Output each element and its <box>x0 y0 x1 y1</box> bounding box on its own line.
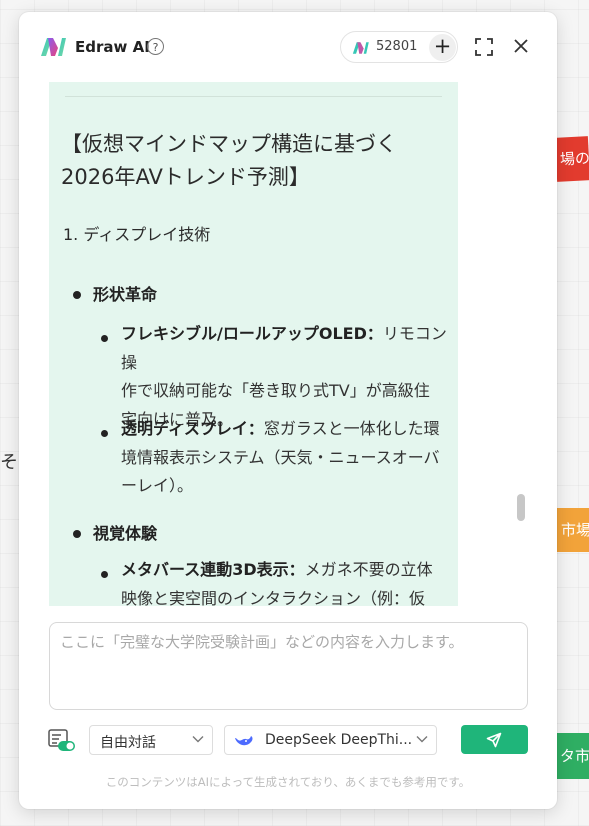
chevron-down-icon <box>192 736 204 743</box>
chat-mode-value: 自由対話 <box>100 735 156 751</box>
prompt-input[interactable] <box>50 623 527 709</box>
background-node-green: タ市 <box>557 733 589 779</box>
background-node-orange: 市場 <box>557 508 589 552</box>
credits-count: 52801 <box>376 39 418 54</box>
chat-mode-toggle-icon[interactable] <box>48 728 76 752</box>
close-icon[interactable] <box>512 37 530 55</box>
content-scrollbar[interactable] <box>517 494 525 521</box>
send-button[interactable] <box>461 725 528 754</box>
help-icon[interactable]: ? <box>147 38 164 55</box>
item-text: メガネ不要の立体 <box>304 560 433 579</box>
list-item: 透明ディスプレイ：窓ガラスと一体化した環 境情報表示システム（天気・ニュースオー… <box>121 415 448 501</box>
heading-line-2: 2026年AVトレンド予測】 <box>61 165 310 189</box>
panel-header: Edraw AI ? 52801 + <box>19 12 557 82</box>
prompt-input-box[interactable] <box>49 622 528 710</box>
edraw-logo-icon <box>41 38 66 56</box>
model-select[interactable]: DeepSeek DeepThi... <box>224 725 437 755</box>
group-title: 形状革命 <box>93 285 158 304</box>
group-title: 視覚体験 <box>93 524 158 543</box>
list-item: メタバース連動3D表示：メガネ不要の立体 映像と実空間のインタラクション（例：仮 <box>121 556 448 606</box>
item-label: メタバース連動3D表示： <box>121 560 305 579</box>
background-node-red: 場の変 <box>554 136 589 182</box>
add-credits-button[interactable]: + <box>429 34 456 61</box>
item-text: 映像と実空間のインタラクション（例：仮 <box>121 588 426 607</box>
credits-logo-icon <box>352 42 369 54</box>
item-text: 境情報表示システム（天気・ニュースオーバ <box>121 447 440 467</box>
fullscreen-icon[interactable] <box>474 37 494 57</box>
heading-line-1: 【仮想マインドマップ構造に基づく <box>61 132 397 156</box>
item-label: フレキシブル/ロールアップOLED： <box>121 324 383 343</box>
bullet-dot <box>73 291 81 299</box>
content-divider <box>65 96 442 97</box>
item-text: 窓ガラスと一体化した環 <box>263 419 440 438</box>
chevron-down-icon <box>416 736 428 743</box>
ai-assistant-panel: Edraw AI ? 52801 + 【仮想マインドマップ構造に基づく 2026… <box>19 12 557 809</box>
bullet-dot <box>101 335 108 342</box>
response-heading: 【仮想マインドマップ構造に基づく 2026年AVトレンド予測】 <box>61 128 446 194</box>
item-text: ーレイ）。 <box>121 476 194 495</box>
send-icon <box>486 732 502 748</box>
item-text: 作で収納可能な「巻き取り式TV」が高級住 <box>121 381 430 400</box>
chat-mode-select[interactable]: 自由対話 <box>89 725 213 755</box>
model-value: DeepSeek DeepThi... <box>265 732 413 748</box>
deepseek-whale-icon <box>235 736 253 746</box>
credits-badge[interactable]: 52801 + <box>340 31 458 63</box>
bullet-dot <box>101 571 108 578</box>
section-title: 1. ディスプレイ技術 <box>63 225 211 244</box>
app-title: Edraw AI <box>75 38 150 56</box>
item-label: 透明ディスプレイ： <box>121 419 264 438</box>
ai-response-content: 【仮想マインドマップ構造に基づく 2026年AVトレンド予測】 1. ディスプレ… <box>49 82 458 606</box>
bullet-dot <box>101 430 108 437</box>
bullet-dot <box>73 530 81 538</box>
ai-disclaimer: このコンテンツはAIによって生成されており、あくまでも参考用です。 <box>105 775 471 789</box>
